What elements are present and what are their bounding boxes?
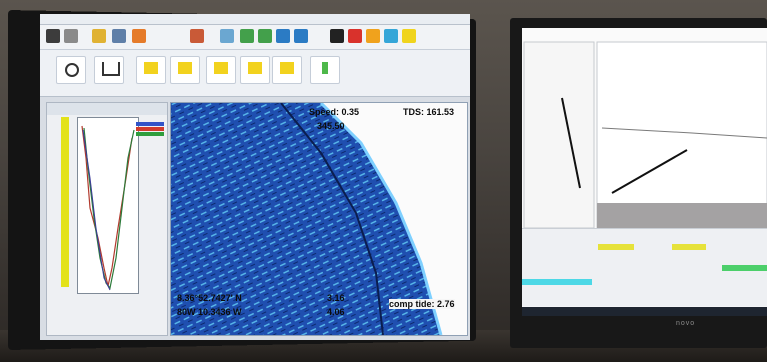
cross-section-view: [522, 28, 767, 229]
ribbon-bar: [40, 50, 470, 97]
export-icon[interactable]: [132, 29, 146, 43]
right-monitor-screen: [522, 28, 767, 316]
tool-icon: [214, 62, 228, 74]
tool-button[interactable]: [240, 56, 270, 84]
depth-readout-a: 3.16: [327, 293, 345, 303]
profile-pane-header: [47, 103, 167, 115]
profile-plot-svg: [81, 125, 135, 291]
profile-line-red: [81, 125, 133, 287]
tool-icon: [280, 62, 294, 74]
longitude-readout: 80W 10.3436 W: [177, 307, 242, 317]
status-cell-cyan: [522, 279, 592, 285]
palette-icon[interactable]: [366, 29, 380, 43]
profile-plot: [77, 117, 164, 294]
line-icon: [102, 62, 120, 76]
chart-icon[interactable]: [190, 29, 204, 43]
windows-taskbar: [522, 307, 767, 316]
settings-icon[interactable]: [64, 29, 78, 43]
palette-icon[interactable]: [384, 29, 398, 43]
app-toolbar: [40, 25, 470, 50]
layer-icon[interactable]: [276, 29, 290, 43]
tool-button[interactable]: [272, 56, 302, 84]
camera-icon[interactable]: [46, 29, 60, 43]
folder-icon[interactable]: [92, 29, 106, 43]
depth-readout-b: 4.06: [327, 307, 345, 317]
layer-icon[interactable]: [294, 29, 308, 43]
palette-icon[interactable]: [330, 29, 344, 43]
tool-icon: [144, 62, 158, 74]
tool-icon: [248, 62, 262, 74]
depth-scale-bar: [61, 117, 69, 287]
tool-button[interactable]: [170, 56, 200, 84]
grid-icon[interactable]: [220, 29, 234, 43]
tds-readout: TDS: 161.53: [403, 107, 455, 117]
legend-swatch: [136, 132, 164, 136]
star-icon[interactable]: [402, 29, 416, 43]
cross-section-plot: [523, 41, 767, 229]
side-panel: [523, 41, 595, 229]
tool-icon: [178, 62, 192, 74]
seabed-band: [597, 203, 767, 228]
sonar-view: Speed: 0.35 TDS: 161.53 345.50 8.36°52.7…: [170, 102, 468, 336]
legend-swatch: [136, 127, 164, 131]
latitude-readout: 8.36°52.7427' N: [177, 293, 242, 303]
profile-legend: [136, 122, 164, 140]
layer-icon[interactable]: [240, 29, 254, 43]
wrench-icon: [322, 62, 328, 74]
status-cell-yellow: [598, 244, 634, 250]
status-cell-green: [722, 265, 767, 271]
record-icon: [65, 63, 79, 77]
legend-swatch: [136, 122, 164, 126]
left-monitor-screen: Speed: 0.35 TDS: 161.53 345.50 8.36°52.7…: [40, 14, 470, 340]
tool-button[interactable]: [136, 56, 166, 84]
profile-pane: [46, 102, 168, 336]
heading-readout: 345.50: [317, 121, 345, 131]
profile-line-green: [83, 127, 135, 290]
speed-readout: Speed: 0.35: [309, 107, 360, 117]
wrench-button[interactable]: [310, 56, 340, 84]
section-panel: [596, 41, 767, 229]
comp-tide-readout: comp tide: 2.76: [389, 299, 455, 309]
line-button[interactable]: [94, 56, 124, 84]
app-titlebar: [40, 14, 470, 25]
layer-icon[interactable]: [258, 29, 272, 43]
monitor-brand-logo: novo: [676, 320, 696, 327]
tool-button[interactable]: [206, 56, 236, 84]
palette-icon[interactable]: [348, 29, 362, 43]
record-button[interactable]: [56, 56, 86, 84]
save-icon[interactable]: [112, 29, 126, 43]
status-cell-yellow: [672, 244, 706, 250]
status-panel: [522, 229, 767, 306]
